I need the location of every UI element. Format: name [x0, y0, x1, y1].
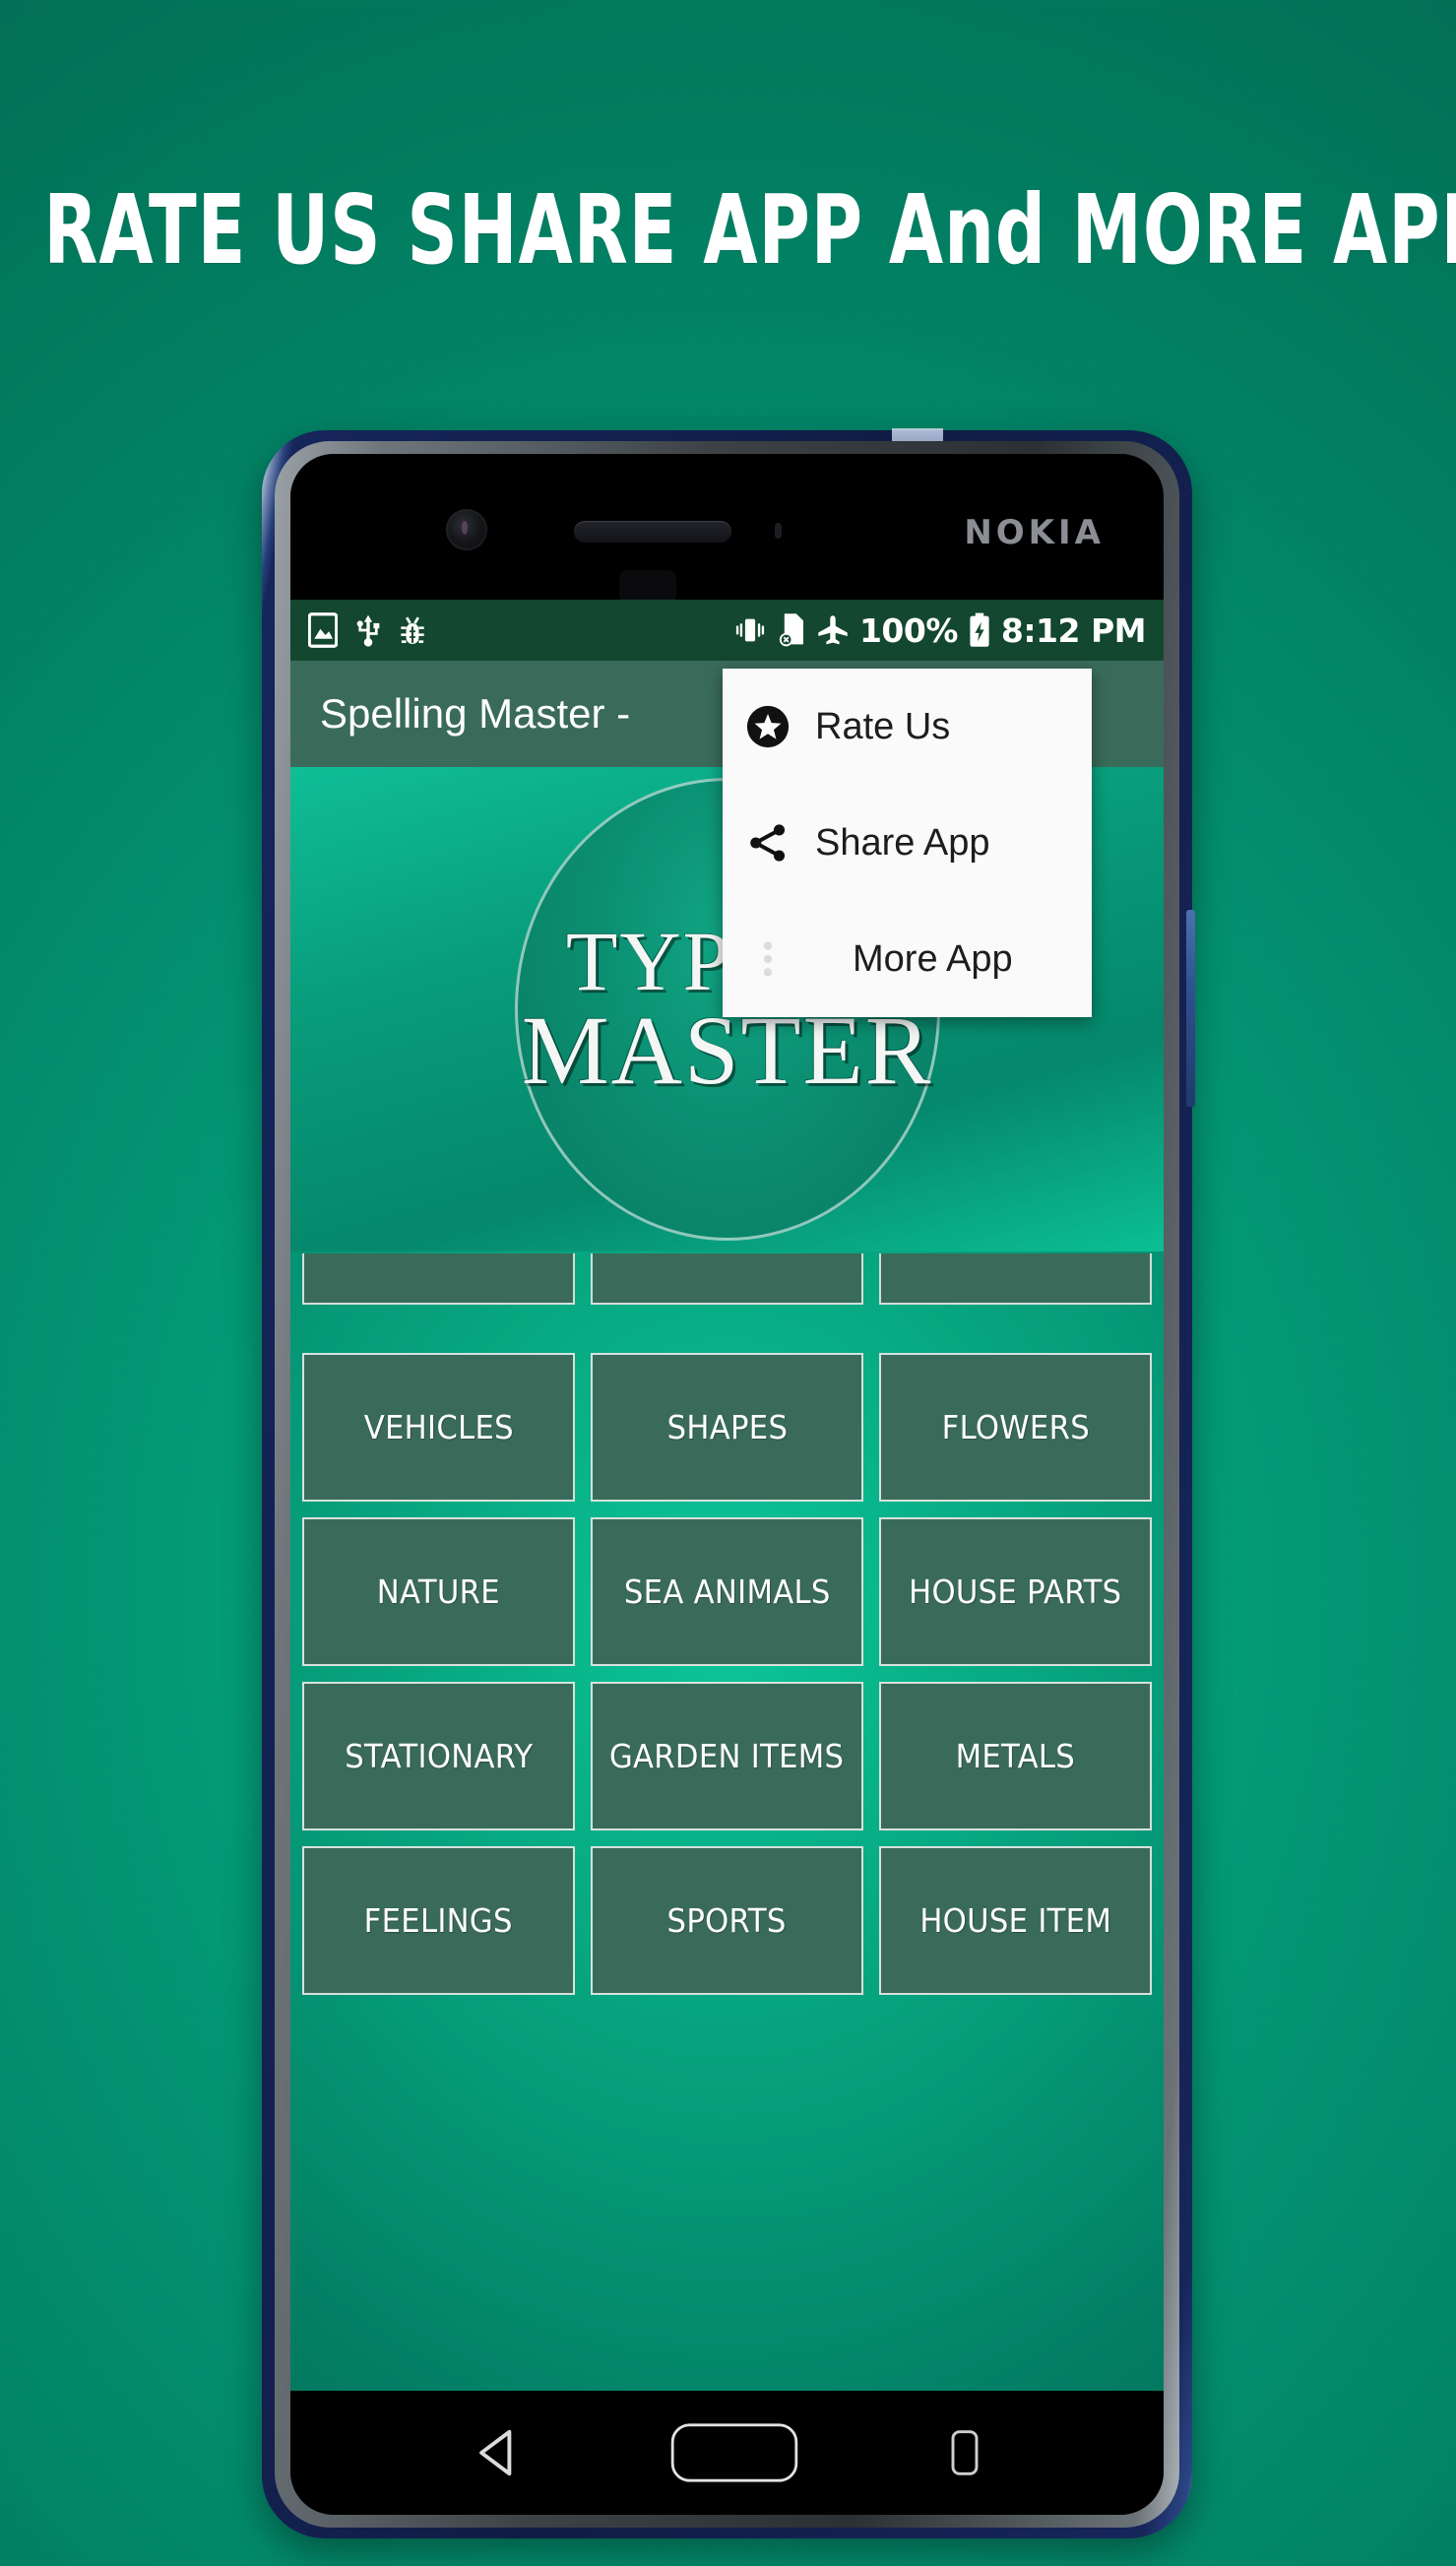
category-label: VEHICLES [363, 1408, 514, 1446]
category-button-house-item[interactable]: HOUSE ITEM [879, 1846, 1152, 1995]
category-button-sea-animals[interactable]: SEA ANIMALS [591, 1517, 863, 1666]
recents-square-icon[interactable] [950, 2429, 980, 2476]
battery-percent-label: 100% [858, 610, 958, 650]
category-label: HOUSE PARTS [909, 1572, 1122, 1611]
category-label: FEELINGS [363, 1901, 514, 1940]
home-pill-icon[interactable] [670, 2422, 798, 2483]
status-bar-left-icons [308, 612, 426, 648]
brand-logo: NOKIA [964, 513, 1105, 552]
category-button-garden-items[interactable]: GARDEN ITEMS [591, 1682, 863, 1830]
bug-icon [401, 616, 424, 644]
menu-item-share-app[interactable]: Share App [723, 785, 1092, 901]
category-label: SHAPES [666, 1408, 788, 1446]
category-button-nature[interactable]: NATURE [302, 1517, 575, 1666]
category-button-metals[interactable]: METALS [879, 1682, 1152, 1830]
category-button-sports[interactable]: SPORTS [591, 1846, 863, 1995]
phone-mockup: NOKIA 100% 8:12 PM Spelling Master - MAS… [262, 428, 1195, 2538]
category-label: NATURE [376, 1572, 501, 1611]
power-button[interactable] [1186, 910, 1195, 1107]
partial-button-row [290, 1253, 1164, 1305]
camera-icon [446, 509, 487, 550]
category-label: HOUSE ITEM [919, 1901, 1111, 1940]
menu-item-rate-us[interactable]: Rate Us [723, 669, 1092, 785]
proximity-pad [619, 570, 676, 604]
category-button-stationary[interactable]: STATIONARY [302, 1682, 575, 1830]
promo-headline: RATE US SHARE APP And MORE APP [43, 173, 1456, 286]
partial-button[interactable] [591, 1253, 863, 1305]
back-triangle-icon[interactable] [475, 2428, 520, 2477]
status-bar-right-cluster: 100% 8:12 PM [733, 610, 1147, 650]
menu-item-label: More App [853, 937, 1013, 980]
phone-screen: NOKIA 100% 8:12 PM Spelling Master - MAS… [290, 454, 1164, 2515]
sensor-icon [775, 523, 782, 539]
category-label: SEA ANIMALS [623, 1572, 831, 1611]
status-bar: 100% 8:12 PM [290, 600, 1164, 661]
speaker-icon [574, 521, 731, 543]
vertical-dots-icon [744, 935, 791, 983]
battery-charging-icon [970, 612, 989, 647]
category-button-flowers[interactable]: FLOWERS [879, 1353, 1152, 1502]
menu-item-more-app[interactable]: More App [723, 901, 1092, 1017]
partial-button[interactable] [302, 1253, 575, 1305]
category-label: GARDEN ITEMS [609, 1737, 845, 1775]
phone-top-bezel: NOKIA [290, 454, 1164, 604]
share-icon [744, 819, 791, 866]
menu-item-label: Share App [815, 821, 990, 864]
partial-button[interactable] [879, 1253, 1152, 1305]
category-grid: VEHICLES SHAPES FLOWERS NATURE SEA ANIMA… [290, 1353, 1164, 1995]
image-icon [308, 612, 338, 648]
no-sim-icon [779, 613, 803, 647]
menu-item-label: Rate Us [815, 705, 951, 747]
star-circle-icon [744, 703, 791, 750]
category-label: METALS [955, 1737, 1076, 1775]
vibrate-icon [735, 618, 765, 642]
page-title: Spelling Master - [320, 690, 631, 737]
category-button-house-parts[interactable]: HOUSE PARTS [879, 1517, 1152, 1666]
clock-label: 8:12 PM [1000, 610, 1147, 650]
category-button-shapes[interactable]: SHAPES [591, 1353, 863, 1502]
category-button-vehicles[interactable]: VEHICLES [302, 1353, 575, 1502]
category-label: FLOWERS [941, 1408, 1090, 1446]
category-label: SPORTS [666, 1901, 788, 1940]
navigation-bar [290, 2391, 1164, 2515]
category-label: STATIONARY [344, 1737, 534, 1775]
airplane-mode-icon [818, 615, 848, 645]
overflow-menu: Rate Us Share App More App [723, 669, 1092, 1017]
usb-icon [356, 614, 380, 647]
category-button-feelings[interactable]: FEELINGS [302, 1846, 575, 1995]
